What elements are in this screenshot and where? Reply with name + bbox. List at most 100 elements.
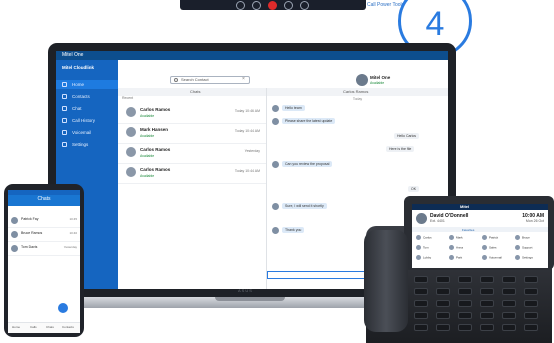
keypad-key[interactable] <box>480 312 494 319</box>
hold-button[interactable] <box>252 1 261 10</box>
desk-phone-handset[interactable] <box>364 230 408 332</box>
sidebar-title: Mitel Cloudlink <box>62 65 94 70</box>
sidebar-item-voicemail[interactable]: Voicemail <box>62 130 91 136</box>
desk-phone-key[interactable]: Mark <box>449 235 477 242</box>
keypad-key[interactable] <box>502 324 516 331</box>
keypad-key[interactable] <box>480 300 494 307</box>
keypad-key[interactable] <box>436 324 450 331</box>
keypad-key[interactable] <box>458 312 472 319</box>
laptop-notch <box>215 297 285 301</box>
avatar <box>11 245 18 252</box>
message-bubble: Hello Carlos <box>394 133 420 139</box>
desk-phone-key[interactable]: Voicemail <box>482 255 510 262</box>
keypad-key[interactable] <box>480 324 494 331</box>
nav-home[interactable]: Home <box>12 325 20 329</box>
keypad-key[interactable] <box>458 300 472 307</box>
home-icon <box>62 82 67 88</box>
keypad-key[interactable] <box>458 288 472 295</box>
list-item[interactable]: Carlos Ramos Available Today 10:44 AM <box>118 163 266 184</box>
sidebar-item-contacts[interactable]: Contacts <box>62 94 90 100</box>
list-item[interactable]: Mark Hansen Available Today 10:44 AM <box>118 123 266 144</box>
voicemail-icon <box>62 130 67 136</box>
keypad-key[interactable] <box>458 276 472 283</box>
profile-avatar[interactable] <box>356 74 368 86</box>
message-bubble: Here is the file <box>386 146 415 152</box>
keypad-key[interactable] <box>414 288 428 295</box>
desk-phone-key[interactable]: Park <box>449 255 477 262</box>
keypad-key[interactable] <box>436 300 450 307</box>
history-icon <box>62 118 67 124</box>
conversation-header: Carlos Ramos <box>267 88 448 96</box>
avatar <box>272 227 279 234</box>
keypad-key[interactable] <box>524 324 538 331</box>
list-item[interactable]: Bruce Ramos 10:40 <box>8 228 80 242</box>
close-icon[interactable]: × <box>242 76 245 82</box>
desk-phone-key[interactable]: Support <box>515 245 543 252</box>
more-button[interactable] <box>300 1 309 10</box>
nav-chats[interactable]: Chats <box>46 325 54 329</box>
transfer-button[interactable] <box>284 1 293 10</box>
desk-phone-tab[interactable]: Favorites <box>412 227 548 232</box>
sidebar-item-chat[interactable]: Chat <box>62 106 82 112</box>
keypad-key[interactable] <box>502 312 516 319</box>
keypad-key[interactable] <box>436 288 450 295</box>
desk-phone-key[interactable]: Tom <box>416 245 444 252</box>
keypad-key[interactable] <box>480 276 494 283</box>
keypad-key[interactable] <box>414 300 428 307</box>
end-call-button[interactable] <box>268 1 277 10</box>
keypad-key[interactable] <box>436 312 450 319</box>
keypad-key[interactable] <box>524 288 538 295</box>
keypad-key[interactable] <box>524 300 538 307</box>
chat-list-header: Chats <box>118 88 266 96</box>
avatar <box>126 107 136 117</box>
keypad-key[interactable] <box>414 312 428 319</box>
contact-icon <box>515 235 520 240</box>
sidebar-item-settings[interactable]: Settings <box>62 142 88 148</box>
keypad-key[interactable] <box>414 324 428 331</box>
list-item[interactable]: Tom Davis Yesterday <box>8 242 80 256</box>
keypad-key[interactable] <box>458 324 472 331</box>
keypad-key[interactable] <box>502 288 516 295</box>
keypad-key[interactable] <box>436 276 450 283</box>
chat-icon <box>62 106 67 112</box>
desk-phone-key[interactable]: Bruce <box>515 235 543 242</box>
desk-phone-brand: Mitel <box>460 204 470 209</box>
keypad-key[interactable] <box>524 312 538 319</box>
pane-divider <box>266 88 267 289</box>
list-item[interactable]: Patrick Fay 10:45 <box>8 214 80 228</box>
contact-icon <box>482 255 487 260</box>
desk-phone-key[interactable]: Sales <box>482 245 510 252</box>
nav-calls[interactable]: Calls <box>30 325 37 329</box>
keypad-key[interactable] <box>480 288 494 295</box>
desk-phone-key[interactable]: Settings <box>515 255 543 262</box>
app-title: Mitel One <box>62 52 84 58</box>
list-item[interactable]: Carlos Ramos Available Today 10:46 AM <box>118 103 266 124</box>
list-item[interactable]: Carlos Ramos Available Yesterday <box>118 143 266 164</box>
mute-button[interactable] <box>236 1 245 10</box>
contact-icon <box>515 255 520 260</box>
desk-phone-key[interactable]: Lobby <box>416 255 444 262</box>
avatar <box>272 161 279 168</box>
topbar-link[interactable]: Call Power Tools <box>367 2 404 8</box>
sidebar-item-home[interactable]: Home <box>62 82 84 88</box>
desk-phone-top-bar <box>412 204 548 210</box>
sidebar-item-call-history[interactable]: Call History <box>62 118 95 124</box>
step-number: 4 <box>425 4 445 43</box>
keypad-key[interactable] <box>502 276 516 283</box>
avatar <box>272 203 279 210</box>
contact-icon <box>515 245 520 250</box>
compose-button[interactable] <box>58 303 68 313</box>
desk-phone-key[interactable]: Patrick <box>482 235 510 242</box>
gear-icon <box>62 142 67 148</box>
desk-phone-key[interactable]: Carlos <box>416 235 444 242</box>
keypad-key[interactable] <box>524 276 538 283</box>
keypad-key[interactable] <box>502 300 516 307</box>
desk-phone-key[interactable]: Anna <box>449 245 477 252</box>
mobile-title: Chats <box>37 196 51 202</box>
keypad-key[interactable] <box>414 276 428 283</box>
message-bubble: Can you review the proposal <box>282 161 333 167</box>
nav-contacts[interactable]: Contacts <box>62 325 74 329</box>
avatar <box>11 217 18 224</box>
avatar <box>272 118 279 125</box>
search-input[interactable]: Search Contact <box>170 76 250 84</box>
